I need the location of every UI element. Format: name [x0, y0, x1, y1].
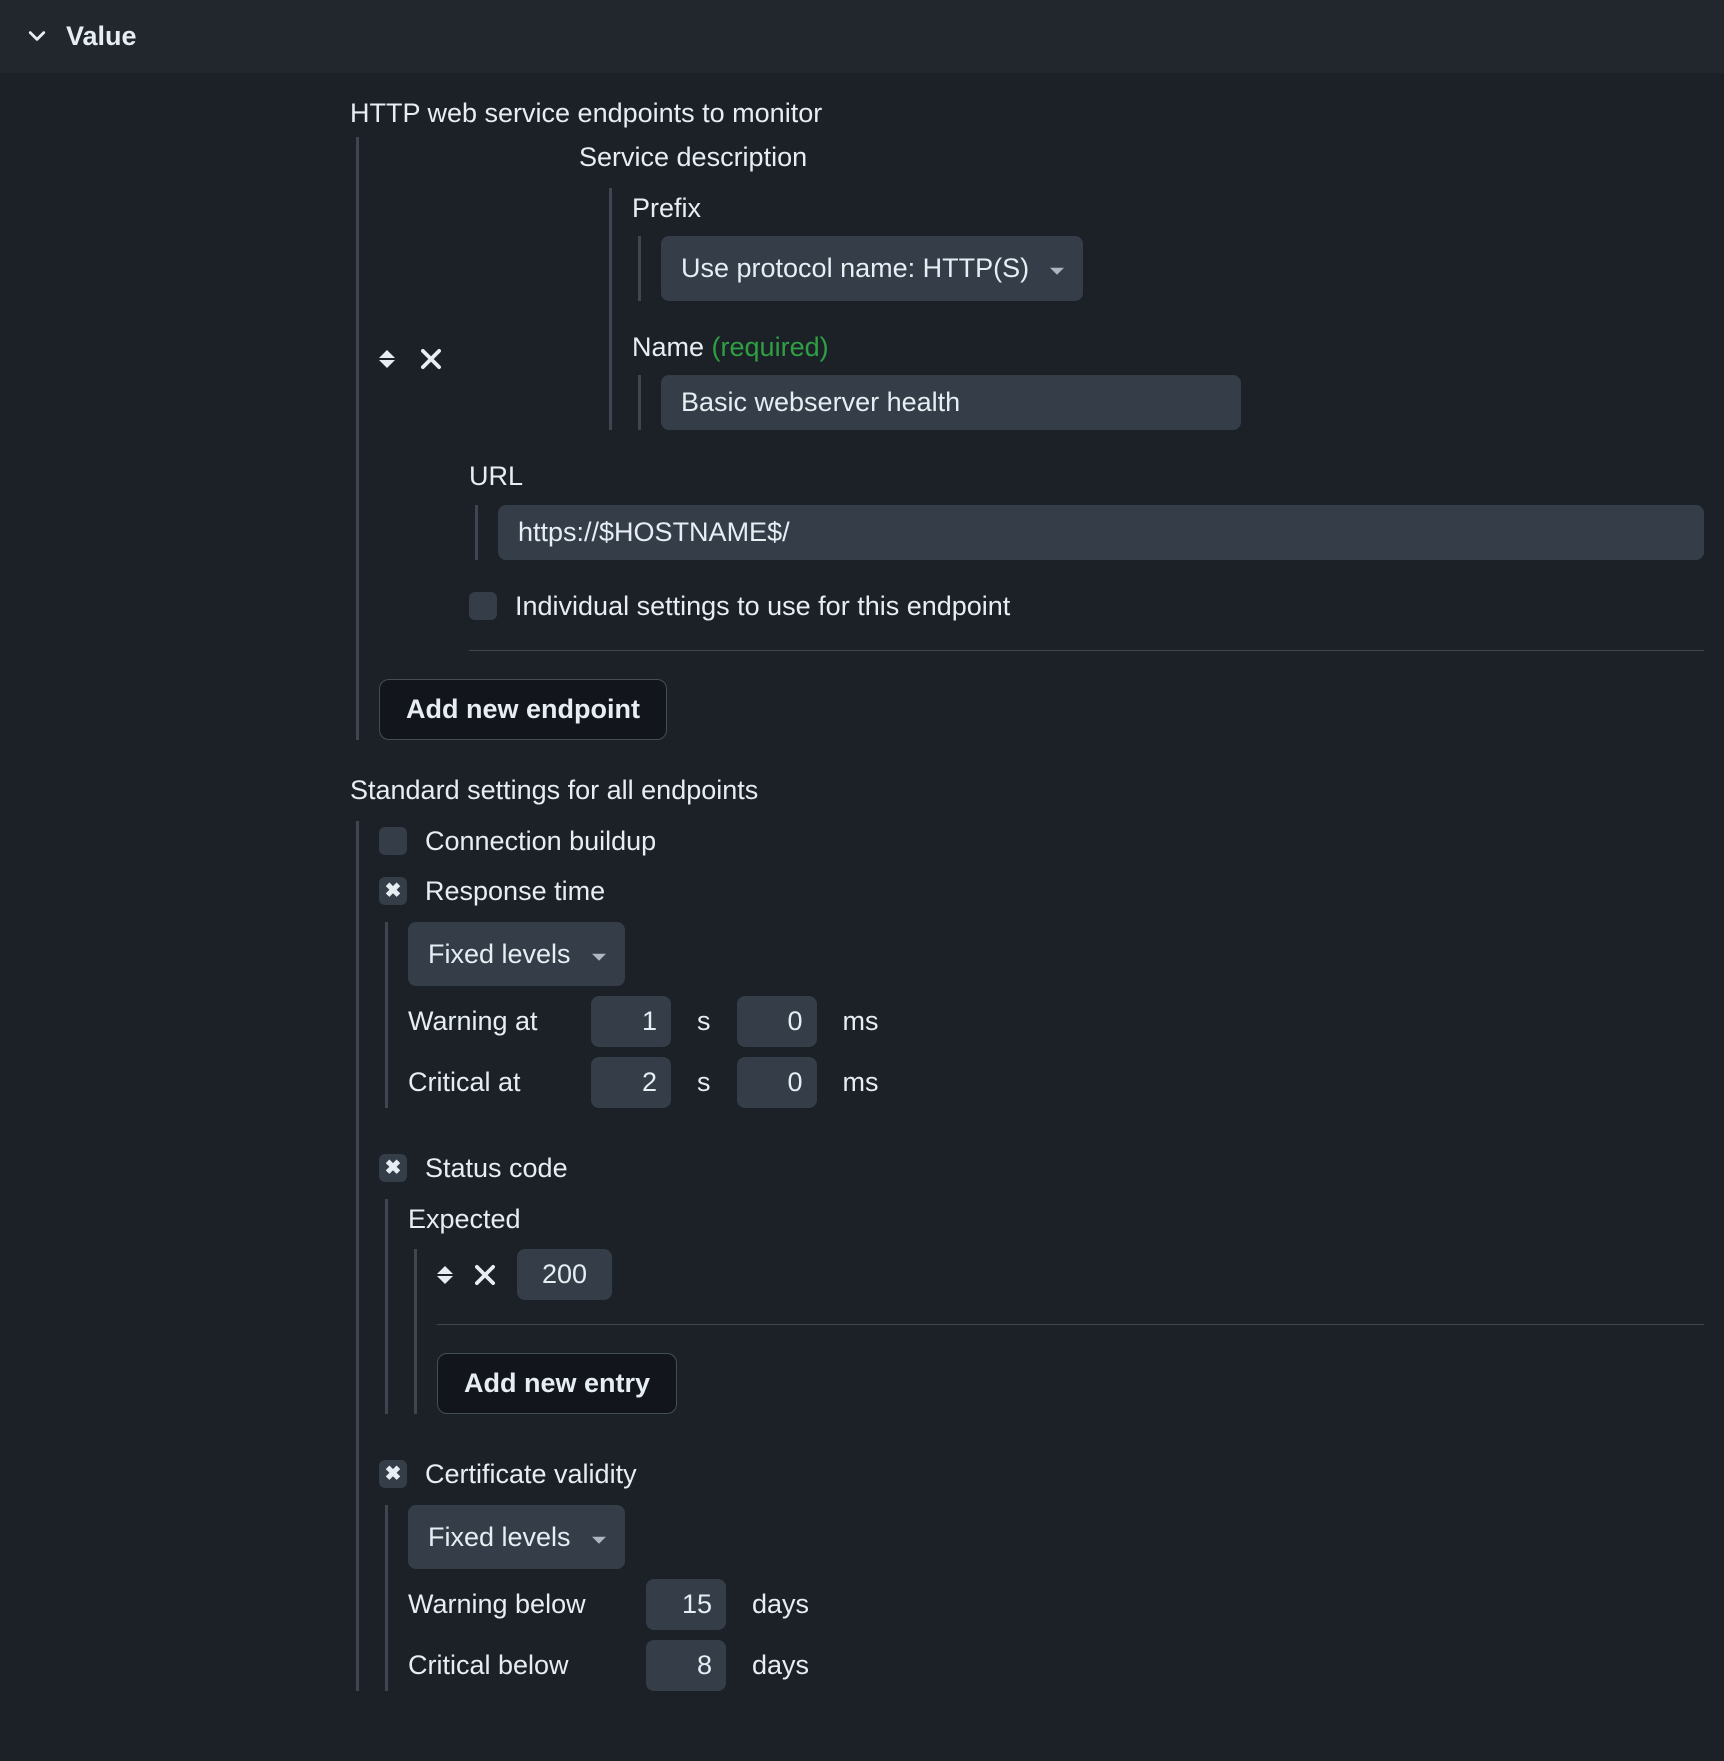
- connection-buildup-checkbox[interactable]: [379, 827, 407, 855]
- warning-days-input[interactable]: [646, 1579, 726, 1630]
- prefix-select[interactable]: Use protocol name: HTTP(S): [661, 236, 1083, 301]
- required-tag: (required): [712, 332, 829, 362]
- unit-ms: ms: [835, 1001, 887, 1042]
- reorder-icon[interactable]: [379, 350, 395, 368]
- unit-days: days: [744, 1584, 817, 1625]
- status-code-input[interactable]: [517, 1249, 612, 1300]
- warning-at-label: Warning at: [408, 1001, 573, 1042]
- critical-below-label: Critical below: [408, 1645, 628, 1686]
- certificate-validity-label: Certificate validity: [425, 1454, 637, 1495]
- response-time-mode-value: Fixed levels: [428, 934, 571, 975]
- unit-ms: ms: [835, 1062, 887, 1103]
- caret-down-icon: [1049, 248, 1065, 289]
- chevron-down-icon: [437, 1276, 453, 1284]
- standard-settings-title: Standard settings for all endpoints: [350, 770, 1704, 811]
- url-input[interactable]: [498, 505, 1704, 560]
- connection-buildup-label: Connection buildup: [425, 821, 656, 862]
- service-description-label: Service description: [579, 137, 1704, 178]
- chevron-down-icon: [28, 27, 46, 45]
- cert-validity-mode-value: Fixed levels: [428, 1517, 571, 1558]
- divider: [437, 1324, 1704, 1325]
- remove-endpoint-button[interactable]: [417, 345, 445, 373]
- reorder-icon[interactable]: [437, 1266, 453, 1284]
- chevron-up-icon: [379, 350, 395, 358]
- response-time-label: Response time: [425, 871, 605, 912]
- individual-settings-checkbox[interactable]: [469, 592, 497, 620]
- critical-ms-input[interactable]: [737, 1057, 817, 1108]
- response-time-checkbox[interactable]: [379, 877, 407, 905]
- warning-seconds-input[interactable]: [591, 996, 671, 1047]
- status-code-checkbox[interactable]: [379, 1154, 407, 1182]
- chevron-down-icon: [379, 360, 395, 368]
- warning-below-label: Warning below: [408, 1584, 628, 1625]
- section-header[interactable]: Value: [0, 0, 1724, 73]
- prefix-label: Prefix: [632, 188, 1704, 229]
- expected-label: Expected: [408, 1199, 1704, 1240]
- chevron-up-icon: [437, 1266, 453, 1274]
- cert-validity-mode-select[interactable]: Fixed levels: [408, 1505, 625, 1570]
- unit-seconds: s: [689, 1001, 719, 1042]
- unit-days: days: [744, 1645, 817, 1686]
- url-label: URL: [469, 456, 1704, 497]
- individual-settings-label: Individual settings to use for this endp…: [515, 586, 1010, 627]
- critical-days-input[interactable]: [646, 1640, 726, 1691]
- section-title: Value: [66, 16, 137, 57]
- critical-at-label: Critical at: [408, 1062, 573, 1103]
- name-input[interactable]: [661, 375, 1241, 430]
- status-code-label: Status code: [425, 1148, 568, 1189]
- critical-seconds-input[interactable]: [591, 1057, 671, 1108]
- response-time-mode-select[interactable]: Fixed levels: [408, 922, 625, 987]
- add-entry-button[interactable]: Add new entry: [437, 1353, 677, 1414]
- divider: [469, 650, 1704, 651]
- warning-ms-input[interactable]: [737, 996, 817, 1047]
- endpoints-section-title: HTTP web service endpoints to monitor: [350, 93, 1704, 134]
- certificate-validity-checkbox[interactable]: [379, 1460, 407, 1488]
- unit-seconds: s: [689, 1062, 719, 1103]
- caret-down-icon: [591, 934, 607, 975]
- remove-entry-button[interactable]: [471, 1261, 499, 1289]
- caret-down-icon: [591, 1517, 607, 1558]
- add-endpoint-button[interactable]: Add new endpoint: [379, 679, 667, 740]
- prefix-value: Use protocol name: HTTP(S): [681, 248, 1029, 289]
- name-label: Name (required): [632, 327, 1704, 368]
